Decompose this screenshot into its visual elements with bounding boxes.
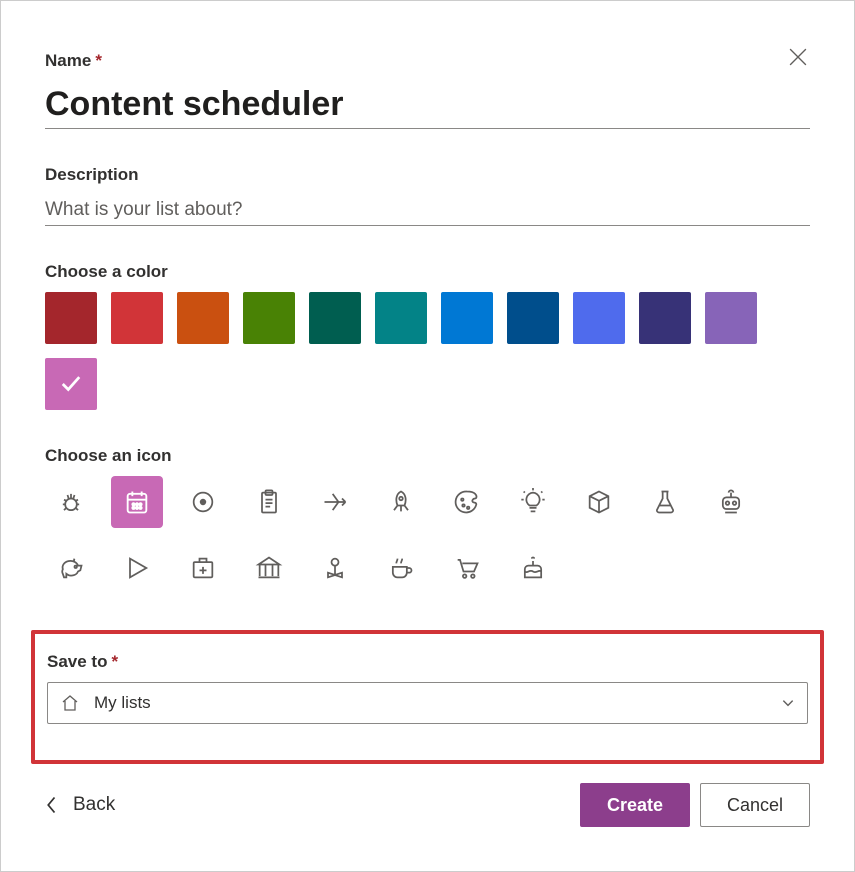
color-swatch-orange[interactable]: [177, 292, 229, 344]
icon-option-location[interactable]: [309, 542, 361, 594]
icon-option-robot[interactable]: [705, 476, 757, 528]
color-swatch-purple[interactable]: [705, 292, 757, 344]
choose-color-group: Choose a color: [45, 262, 810, 410]
piggybank-icon: [57, 554, 85, 582]
choose-icon-label: Choose an icon: [45, 446, 810, 466]
save-to-label: Save to*: [47, 652, 808, 672]
icon-grid: [45, 476, 810, 594]
color-swatch-indigo[interactable]: [573, 292, 625, 344]
icon-option-bank[interactable]: [243, 542, 295, 594]
description-input[interactable]: [45, 195, 810, 226]
beaker-icon: [651, 488, 679, 516]
close-button[interactable]: [782, 41, 814, 73]
description-field-group: Description: [45, 165, 810, 226]
airplane-icon: [321, 488, 349, 516]
color-swatch-pink[interactable]: [45, 358, 97, 410]
name-field-group: Name*: [45, 51, 810, 129]
name-label: Name*: [45, 51, 810, 71]
icon-option-clipboard[interactable]: [243, 476, 295, 528]
back-label: Back: [73, 794, 115, 816]
cake-icon: [519, 554, 547, 582]
home-icon: [60, 693, 80, 713]
icon-option-rocket[interactable]: [375, 476, 427, 528]
robot-icon: [717, 488, 745, 516]
save-to-selected: My lists: [94, 693, 767, 713]
palette-icon: [453, 488, 481, 516]
icon-option-cart[interactable]: [441, 542, 493, 594]
color-swatch-red[interactable]: [111, 292, 163, 344]
color-swatch-blue[interactable]: [441, 292, 493, 344]
clipboard-icon: [255, 488, 283, 516]
save-to-dropdown[interactable]: My lists: [47, 682, 808, 724]
medical-icon: [189, 554, 217, 582]
color-swatch-dark-teal[interactable]: [309, 292, 361, 344]
icon-option-airplane[interactable]: [309, 476, 361, 528]
cart-icon: [453, 554, 481, 582]
color-swatch-dark-red[interactable]: [45, 292, 97, 344]
cancel-button[interactable]: Cancel: [700, 783, 810, 827]
lightbulb-icon: [519, 488, 547, 516]
required-asterisk: *: [111, 652, 118, 671]
create-button[interactable]: Create: [580, 783, 690, 827]
chevron-down-icon: [781, 696, 795, 710]
location-icon: [321, 554, 349, 582]
color-swatch-navy[interactable]: [639, 292, 691, 344]
icon-option-bug[interactable]: [45, 476, 97, 528]
calendar-icon: [123, 488, 151, 516]
icon-option-piggybank[interactable]: [45, 542, 97, 594]
name-label-text: Name: [45, 51, 91, 70]
chevron-left-icon: [45, 795, 59, 815]
target-icon: [189, 488, 217, 516]
color-swatches: [45, 292, 810, 410]
bank-icon: [255, 554, 283, 582]
icon-option-cube[interactable]: [573, 476, 625, 528]
name-input[interactable]: [45, 81, 810, 129]
choose-color-label: Choose a color: [45, 262, 810, 282]
icon-option-target[interactable]: [177, 476, 229, 528]
cube-icon: [585, 488, 613, 516]
icon-option-lightbulb[interactable]: [507, 476, 559, 528]
bug-icon: [57, 488, 85, 516]
icon-option-palette[interactable]: [441, 476, 493, 528]
icon-option-calendar[interactable]: [111, 476, 163, 528]
dialog-footer: Back Create Cancel: [45, 783, 810, 827]
coffee-icon: [387, 554, 415, 582]
play-icon: [123, 554, 151, 582]
color-swatch-dark-blue[interactable]: [507, 292, 559, 344]
save-to-label-text: Save to: [47, 652, 107, 671]
color-swatch-green[interactable]: [243, 292, 295, 344]
back-button[interactable]: Back: [45, 794, 115, 816]
save-to-highlight: Save to* My lists: [31, 630, 824, 764]
icon-option-medical[interactable]: [177, 542, 229, 594]
description-label: Description: [45, 165, 810, 185]
rocket-icon: [387, 488, 415, 516]
icon-option-play[interactable]: [111, 542, 163, 594]
icon-option-beaker[interactable]: [639, 476, 691, 528]
icon-option-coffee[interactable]: [375, 542, 427, 594]
icon-option-cake[interactable]: [507, 542, 559, 594]
required-asterisk: *: [95, 51, 102, 70]
check-icon: [60, 373, 82, 395]
color-swatch-teal[interactable]: [375, 292, 427, 344]
choose-icon-group: Choose an icon: [45, 446, 810, 594]
close-icon: [789, 48, 807, 66]
